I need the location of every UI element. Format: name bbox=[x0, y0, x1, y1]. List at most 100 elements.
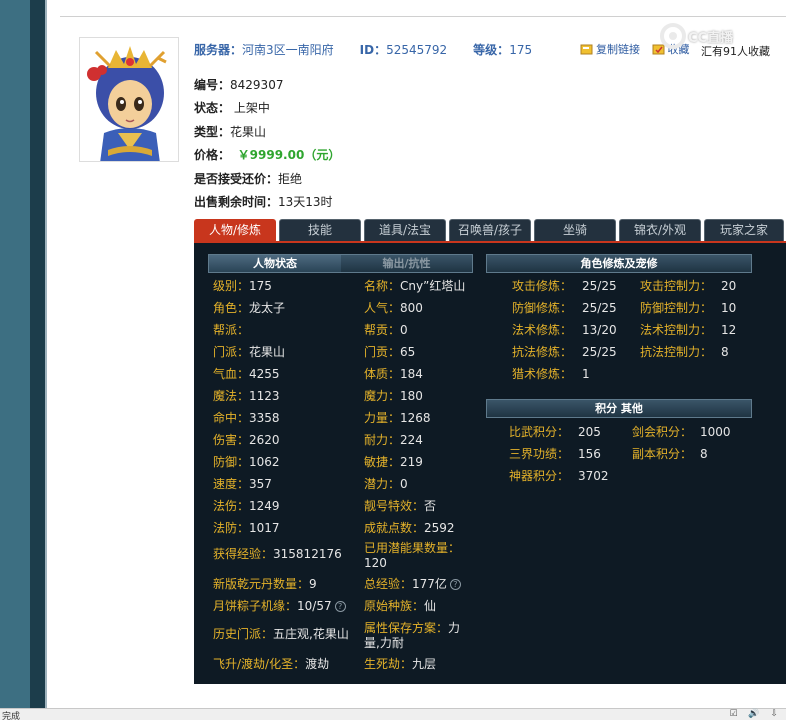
status-line: 状态： 上架中 bbox=[194, 99, 270, 116]
mid-stat-7: 耐力：224 bbox=[364, 433, 423, 448]
left-stat-15: 历史门派：五庄观,花果山 bbox=[213, 627, 349, 642]
mid-stat-14-value: 仙 bbox=[424, 599, 437, 613]
control-value-0: 20 bbox=[721, 279, 736, 294]
left-stat-1-label: 角色： bbox=[213, 301, 250, 315]
tab-character-cultivation[interactable]: 人物/修炼 bbox=[194, 219, 276, 241]
left-stat-14-label: 月饼粽子机缘： bbox=[213, 599, 298, 613]
serial-line: 编号：8429307 bbox=[194, 76, 283, 93]
mid-stat-9: 潜力：0 bbox=[364, 477, 408, 492]
cultivation-level-1-value: 25/25 bbox=[582, 301, 617, 315]
help-icon[interactable]: ? bbox=[334, 601, 346, 612]
points-2-label: 神器积分： bbox=[509, 469, 570, 483]
counter-offer-label: 是否接受还价： bbox=[194, 172, 279, 186]
control-3-label: 抗法控制力： bbox=[640, 345, 713, 359]
mid-stat-11-value: 2592 bbox=[424, 521, 455, 535]
tab-summons-children[interactable]: 召唤兽/孩子 bbox=[449, 219, 531, 241]
id-label: ID： bbox=[359, 43, 387, 57]
price-line: 价格： ￥9999.00（元） bbox=[194, 146, 340, 163]
mid-stat-6-label: 力量： bbox=[364, 411, 401, 425]
remaining-time-line: 出售剩余时间：13天13时 bbox=[194, 193, 333, 210]
mid-stat-5: 魔力：180 bbox=[364, 389, 423, 404]
left-stat-14: 月饼粽子机缘：10/57? bbox=[213, 599, 346, 614]
left-stat-1-value: 龙太子 bbox=[249, 301, 286, 315]
left-stat-15-label: 历史门派： bbox=[213, 627, 274, 641]
mid-stat-4-label: 体质： bbox=[364, 367, 401, 381]
copy-link-button[interactable]: 复制链接 bbox=[580, 41, 640, 57]
cultivation-level-3: 25/25 bbox=[582, 345, 617, 360]
browser-status-bar: 完成 ☑ 🔊 ⇩ bbox=[0, 708, 786, 720]
status-bar-text: 完成 bbox=[2, 712, 21, 720]
serial-value: 8429307 bbox=[230, 78, 284, 92]
control-value-1-value: 10 bbox=[721, 301, 737, 315]
points-1-label: 三界功绩： bbox=[509, 447, 570, 461]
tab-items-treasures[interactable]: 道具/法宝 bbox=[364, 219, 446, 241]
tab-skills[interactable]: 技能 bbox=[279, 219, 361, 241]
cc-live-watermark: CC直播 bbox=[658, 22, 744, 56]
points-value-2-value: 3702 bbox=[578, 469, 609, 483]
points-value-2: 3702 bbox=[578, 469, 609, 484]
status-value: 上架中 bbox=[233, 101, 270, 115]
char-status-tab[interactable]: 人物状态 bbox=[209, 255, 341, 272]
cultivation-level-4-value: 1 bbox=[582, 367, 590, 381]
mid-stat-8-label: 敏捷： bbox=[364, 455, 401, 469]
points2-0-label: 剑会积分： bbox=[632, 425, 693, 439]
left-stat-12-value: 315812176 bbox=[273, 547, 342, 561]
help-icon[interactable]: ? bbox=[449, 579, 461, 590]
serial-label: 编号： bbox=[194, 78, 231, 92]
left-stat-7: 伤害：2620 bbox=[213, 433, 280, 448]
cultivation-4: 猎术修炼： bbox=[512, 367, 572, 382]
mid-stat-14: 原始种族：仙 bbox=[364, 599, 436, 614]
browser-left-frame bbox=[0, 0, 30, 708]
mid-stat-1: 人气：800 bbox=[364, 301, 423, 316]
mid-stat-10-label: 靓号特效： bbox=[364, 499, 425, 513]
mid-stat-0-value: Cny”红塔山 bbox=[400, 279, 466, 293]
left-stat-4-value: 4255 bbox=[249, 367, 280, 381]
copy-link-label: 复制链接 bbox=[596, 43, 640, 56]
left-stat-6: 命中：3358 bbox=[213, 411, 280, 426]
type-line: 类型：花果山 bbox=[194, 123, 266, 140]
left-stat-0-label: 级别： bbox=[213, 279, 250, 293]
points2-value-0: 1000 bbox=[700, 425, 731, 440]
control-value-3-value: 8 bbox=[721, 345, 729, 359]
tab-outfits[interactable]: 锦衣/外观 bbox=[619, 219, 701, 241]
mid-stat-2: 帮贡：0 bbox=[364, 323, 408, 338]
mid-stat-2-label: 帮贡： bbox=[364, 323, 401, 337]
mid-stat-6: 力量：1268 bbox=[364, 411, 431, 426]
left-stat-8-label: 防御： bbox=[213, 455, 250, 469]
level-label: 等级： bbox=[473, 43, 510, 57]
control-3: 抗法控制力： bbox=[640, 345, 712, 360]
mid-stat-8-value: 219 bbox=[400, 455, 423, 469]
cultivation-level-2-value: 13/20 bbox=[582, 323, 617, 337]
cultivation-level-4: 1 bbox=[582, 367, 590, 382]
mid-stat-6-value: 1268 bbox=[400, 411, 431, 425]
points-0-label: 比武积分： bbox=[509, 425, 570, 439]
character-panel: 人物状态 输出/抗性 角色修炼及宠修 积分 其他 级别：175 角色：龙太子 帮派：… bbox=[194, 241, 786, 684]
cultivation-4-label: 猎术修炼： bbox=[512, 367, 573, 381]
status-bar-icons: ☑ 🔊 ⇩ bbox=[729, 709, 782, 719]
remaining-time-value: 13天13时 bbox=[278, 195, 333, 209]
tab-mounts[interactable]: 坐骑 bbox=[534, 219, 616, 241]
mid-stat-4-value: 184 bbox=[400, 367, 423, 381]
counter-offer-value: 拒绝 bbox=[278, 172, 303, 186]
left-stat-10-label: 法伤： bbox=[213, 499, 250, 513]
mid-stat-0: 名称：Cny”红塔山 bbox=[364, 279, 465, 294]
mid-stat-11: 成就点数：2592 bbox=[364, 521, 455, 536]
output-resist-tab[interactable]: 输出/抗性 bbox=[341, 255, 472, 272]
mid-stat-1-label: 人气： bbox=[364, 301, 401, 315]
cultivation-3: 抗法修炼： bbox=[512, 345, 572, 360]
control-value-2-value: 12 bbox=[721, 323, 737, 337]
cultivation-1: 防御修炼： bbox=[512, 301, 572, 316]
left-stat-11-value: 1017 bbox=[249, 521, 280, 535]
cc-live-logo-icon bbox=[660, 23, 686, 49]
cultivation-2: 法术修炼： bbox=[512, 323, 572, 338]
cultivation-level-0-value: 25/25 bbox=[582, 279, 617, 293]
char-status-header: 人物状态 输出/抗性 bbox=[208, 254, 473, 273]
cultivation-level-3-value: 25/25 bbox=[582, 345, 617, 359]
tab-player-home[interactable]: 玩家之家 bbox=[704, 219, 784, 241]
mid-stat-15-label: 属性保存方案： bbox=[364, 621, 449, 635]
left-stat-13-label: 新版乾元丹数量： bbox=[213, 577, 310, 591]
mid-stat-1-value: 800 bbox=[400, 301, 423, 315]
left-stat-13: 新版乾元丹数量：9 bbox=[213, 577, 317, 592]
left-stat-2-label: 帮派： bbox=[213, 323, 250, 337]
left-stat-10-value: 1249 bbox=[249, 499, 280, 513]
